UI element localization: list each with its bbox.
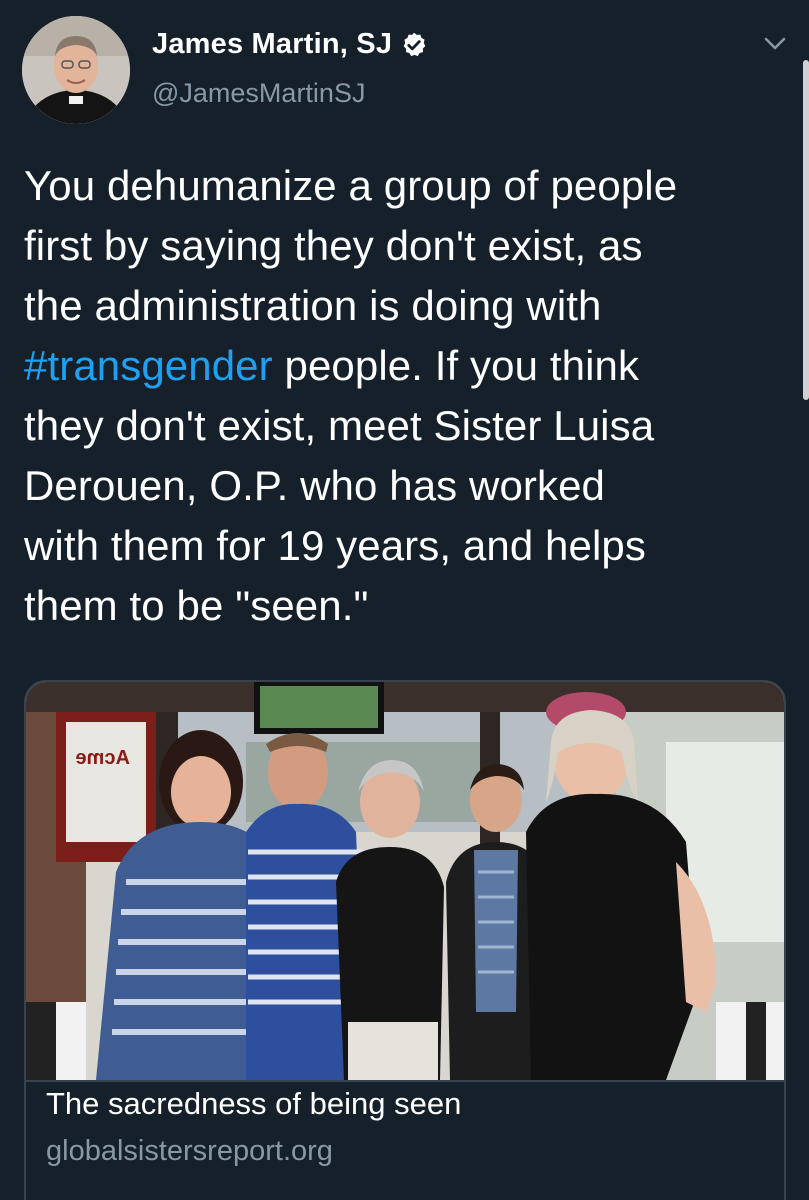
card-domain[interactable]: globalsistersreport.org — [46, 1134, 333, 1168]
author-handle[interactable]: @JamesMartinSJ — [152, 78, 365, 109]
card-title[interactable]: The sacredness of being seen — [46, 1086, 461, 1122]
tweet-text-line: them to be "seen." — [24, 582, 369, 629]
scrollbar[interactable] — [803, 60, 809, 400]
card-divider — [26, 1080, 784, 1082]
group-photo: Acme — [26, 682, 784, 1080]
verified-badge-icon — [403, 32, 426, 56]
tweet-text-line: #transgender people. If you think — [24, 336, 794, 396]
avatar-photo — [22, 16, 130, 124]
tweet-text-line: You dehumanize a group of people — [24, 162, 678, 209]
hashtag-link[interactable]: #transgender — [24, 342, 273, 389]
tweet-text-fragment: people. If you think — [272, 342, 640, 389]
tweet-text-line: with them for 19 years, and helps — [24, 522, 646, 569]
tweet-text-line: first by saying they don't exist, as — [24, 222, 643, 269]
tweet-text-line: Derouen, O.P. who has worked — [24, 462, 606, 509]
display-name[interactable]: James Martin, SJ — [152, 28, 392, 61]
author-name-row[interactable]: James Martin, SJ — [152, 28, 428, 61]
avatar[interactable] — [22, 16, 130, 124]
tweet-text: You dehumanize a group of people first b… — [24, 156, 794, 636]
image-sign-text: Acme — [76, 747, 130, 769]
tweet-text-line: they don't exist, meet Sister Luisa — [24, 402, 655, 449]
tweet[interactable]: James Martin, SJ @JamesMartinSJ You dehu… — [0, 0, 809, 1200]
link-preview-image[interactable]: Acme — [26, 682, 784, 1080]
link-preview-card[interactable]: Acme The sacredness of being seen global… — [24, 680, 786, 1200]
chevron-down-icon[interactable] — [763, 36, 787, 52]
tweet-text-line: the administration is doing with — [24, 282, 602, 329]
